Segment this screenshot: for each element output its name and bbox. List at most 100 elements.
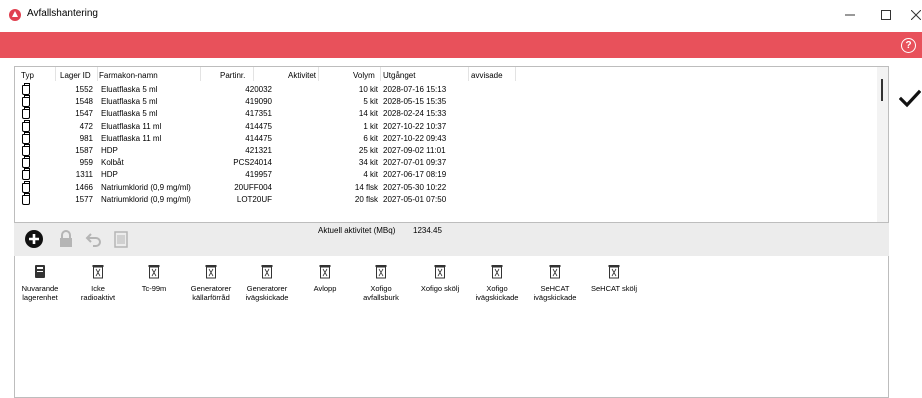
cell-volym: 10 kit xyxy=(358,85,378,94)
waste-label-line: Tc-99m xyxy=(141,284,167,293)
waste-container-label: Nuvarande lagerenhet xyxy=(10,284,70,302)
column-divider xyxy=(318,67,319,81)
waste-label-line: Xofigo skölj xyxy=(420,284,460,293)
column-header-farmakon[interactable]: Farmakon-namn xyxy=(99,71,158,80)
table-row[interactable]: 1577 Natriumklorid (0,9 mg/ml) LOT20UF 20 f… xyxy=(15,192,875,206)
waste-container-item[interactable]: Generatorer källarförråd xyxy=(181,264,241,302)
vial-icon xyxy=(22,131,30,144)
waste-container-label: Xofigo skölj xyxy=(410,284,470,293)
cell-volym: 4 kit xyxy=(363,170,378,180)
storage-unit-icon xyxy=(34,264,46,279)
table-row[interactable]: 959 Kolbåt PCS24014 34 kit 2027-07-01 09:37 xyxy=(15,156,875,169)
column-header-aktivitet[interactable]: Aktivitet xyxy=(288,71,316,80)
cell-volym: 20 flsk xyxy=(354,194,378,204)
plus-circle-icon[interactable] xyxy=(24,229,44,249)
title-bar: Avfallshantering xyxy=(0,0,922,30)
waste-label-line: Generatorer xyxy=(190,284,232,293)
cell-utgang: 2027-10-22 09:43 xyxy=(383,133,447,143)
column-divider xyxy=(200,67,201,81)
waste-label-line: Generatorer xyxy=(246,284,288,293)
waste-label-line: radioaktivt xyxy=(80,293,116,302)
undo-icon[interactable] xyxy=(84,229,104,249)
waste-bin-icon xyxy=(434,264,446,279)
waste-container-item[interactable]: Nuvarande lagerenhet xyxy=(10,264,70,302)
waste-label-line: Nuvarande xyxy=(21,284,59,293)
waste-container-label: Avlopp xyxy=(295,284,355,293)
waste-container-item[interactable]: Icke radioaktivt xyxy=(68,264,128,302)
column-header-lager-id[interactable]: Lager ID xyxy=(60,71,91,80)
table-row[interactable]: 1547 Eluatflaska 5 ml 417351 14 kit 2028-02-… xyxy=(15,107,875,120)
help-icon[interactable]: ? xyxy=(901,38,916,53)
cell-partinr: 419957 xyxy=(245,170,272,180)
cell-lager-id: 1547 xyxy=(75,109,93,119)
cell-utgang: 2027-06-17 08:19 xyxy=(383,170,447,180)
cell-farmakon: Natriumklorid (0,9 mg/ml) xyxy=(101,194,191,204)
checkmark-icon[interactable] xyxy=(898,87,922,109)
column-header-typ[interactable]: Typ xyxy=(21,71,34,80)
current-activity-label: Aktuell aktivitet (MBq) xyxy=(318,226,396,235)
column-divider xyxy=(97,67,98,81)
table-scrollbar[interactable] xyxy=(877,67,888,222)
waste-label-line: avfallsburk xyxy=(363,293,399,302)
cell-lager-id: 1466 xyxy=(75,182,93,192)
waste-bin-icon xyxy=(148,264,160,279)
cell-lager-id: 472 xyxy=(79,121,93,131)
column-divider xyxy=(515,67,516,81)
cell-volym: 6 kit xyxy=(363,133,378,143)
waste-label-line: ivägskickade xyxy=(245,293,289,302)
vial-icon xyxy=(22,83,30,95)
table-row[interactable]: 1552 Eluatflaska 5 ml 420032 10 kit 2028-07-… xyxy=(15,83,875,96)
waste-bin-icon xyxy=(491,264,503,279)
table-row[interactable]: 472 Eluatflaska 11 ml 414475 1 kit 2027-10-2… xyxy=(15,119,875,133)
cell-utgang: 2027-09-02 11:01 xyxy=(383,146,446,155)
table-row[interactable]: 1548 Eluatflaska 5 ml 419090 5 kit 2028-05-1… xyxy=(15,95,875,108)
table-row[interactable]: 1587 HDP 421321 25 kit 2027-09-02 11:01 xyxy=(15,144,875,157)
waste-container-item[interactable]: Xofigo avfallsburk xyxy=(351,264,411,302)
cell-partinr: 417351 xyxy=(245,109,272,119)
waste-container-item[interactable]: Generatorer ivägskickade xyxy=(237,264,297,302)
waste-container-item[interactable]: Tc-99m xyxy=(124,264,184,293)
scanner-icon[interactable] xyxy=(111,229,131,249)
waste-container-item[interactable]: Xofigo skölj xyxy=(410,264,470,293)
waste-container-label: Generatorer ivägskickade xyxy=(237,284,297,302)
table-row[interactable]: 1466 Natriumklorid (0,9 mg/ml) 20UFF004 14 … xyxy=(15,180,875,194)
waste-label-line: Avlopp xyxy=(313,284,337,293)
waste-container-item[interactable]: SeHCAT skölj xyxy=(584,264,644,293)
close-button[interactable] xyxy=(898,0,922,30)
waste-label-line: Xofigo xyxy=(486,284,508,293)
waste-container-item[interactable]: SeHCAT ivägskickade xyxy=(525,264,585,302)
cell-utgang: 2027-07-01 09:37 xyxy=(383,158,447,168)
cell-utgang: 2027-10-22 10:37 xyxy=(383,121,447,131)
column-header-utgang[interactable]: Utgånget xyxy=(383,71,415,80)
cell-volym: 25 kit xyxy=(358,146,378,155)
cell-farmakon: HDP xyxy=(101,170,118,180)
action-toolbar xyxy=(14,223,889,256)
waste-container-label: Icke radioaktivt xyxy=(68,284,128,302)
waste-container-label: Xofigo avfallsburk xyxy=(351,284,411,302)
minimize-button[interactable] xyxy=(832,0,868,30)
waste-container-item[interactable]: Avlopp xyxy=(295,264,355,293)
cell-utgang: 2028-02-24 15:33 xyxy=(383,109,447,119)
column-header-volym[interactable]: Volym xyxy=(353,71,375,80)
table-row[interactable]: 981 Eluatflaska 11 ml 414475 6 kit 2027-10-2… xyxy=(15,131,875,145)
column-header-partinr[interactable]: Partinr. xyxy=(220,71,245,80)
waste-label-line: ivägskickade xyxy=(533,293,577,302)
waste-container-label: SeHCAT skölj xyxy=(584,284,644,293)
cell-farmakon: Kolbåt xyxy=(101,158,124,168)
cell-utgang: 2028-05-15 15:35 xyxy=(383,97,447,107)
waste-label-line: lagerenhet xyxy=(22,293,58,302)
vial-icon xyxy=(22,180,30,193)
cell-farmakon: Natriumklorid (0,9 mg/ml) xyxy=(101,182,191,192)
cell-volym: 14 flsk xyxy=(354,182,378,192)
waste-container-item[interactable]: Xofigo ivägskickade xyxy=(467,264,527,302)
scrollbar-thumb[interactable] xyxy=(881,79,883,101)
window-title: Avfallshantering xyxy=(27,8,98,19)
cell-partinr: PCS24014 xyxy=(233,158,272,168)
lock-icon[interactable] xyxy=(56,229,76,249)
cell-lager-id: 1311 xyxy=(75,170,93,180)
cell-lager-id: 981 xyxy=(79,133,93,143)
waste-label-line: källarförråd xyxy=(192,293,230,302)
table-row[interactable]: 1311 HDP 419957 4 kit 2027-06-17 08:19 xyxy=(15,168,875,181)
column-header-avvisade[interactable]: avvisade xyxy=(471,71,503,80)
waste-label-line: Xofigo xyxy=(370,284,392,293)
